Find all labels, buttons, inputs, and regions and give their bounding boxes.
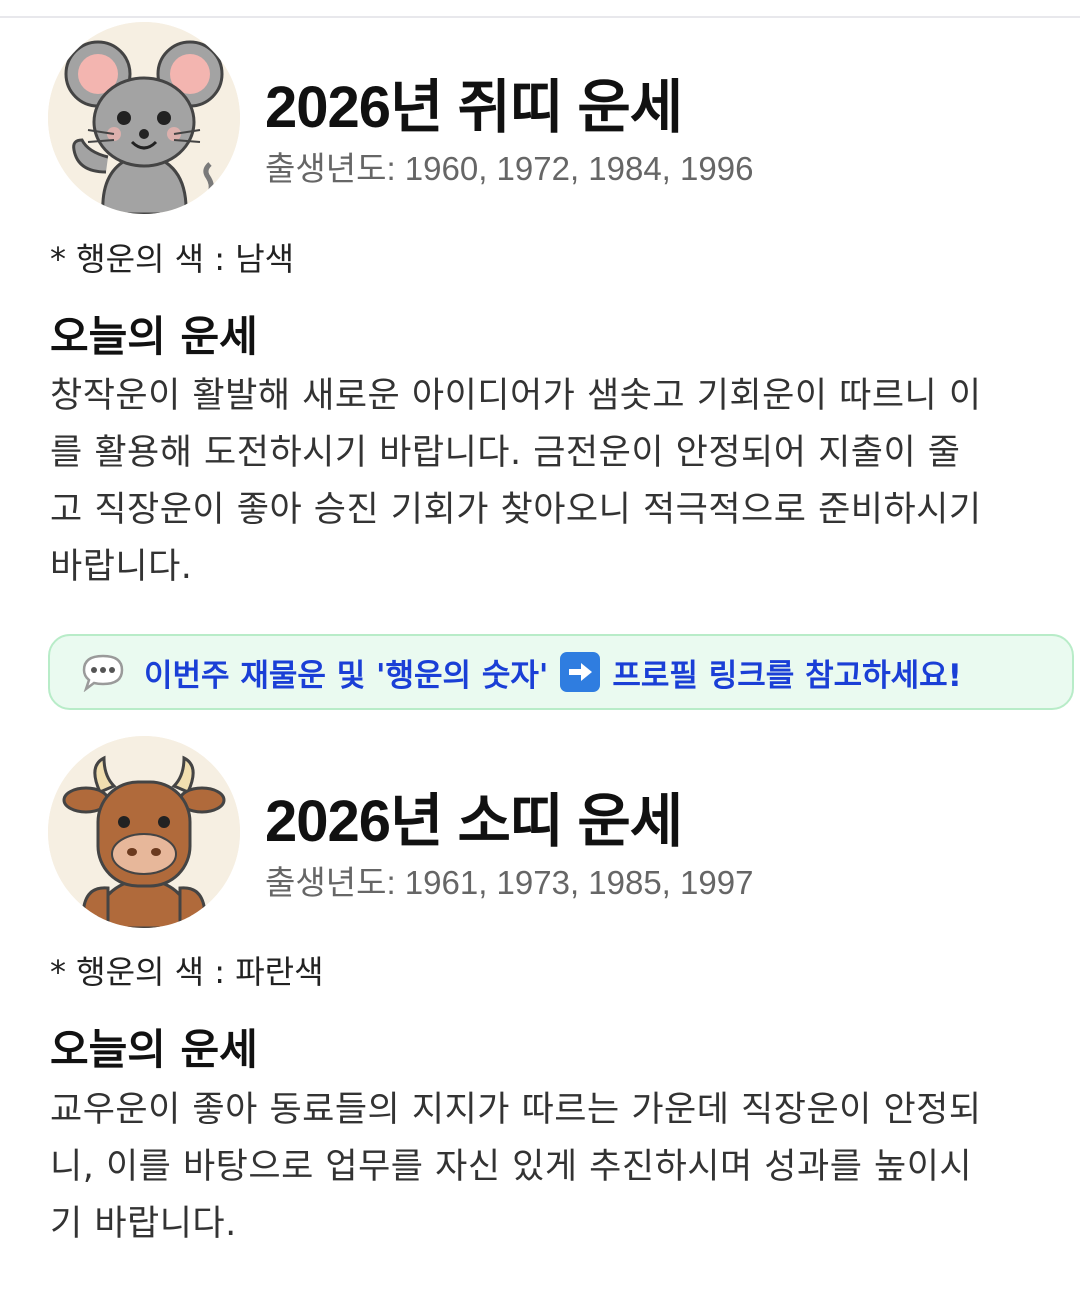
section-title: 2026년 쥐띠 운세 [265, 75, 683, 140]
banner-link-text[interactable]: 프로필 링크를 참고하세요! [612, 650, 961, 695]
profile-link-banner[interactable]: 이번주 재물운 및 '행운의 숫자' 프로필 링크를 참고하세요! [48, 634, 1074, 710]
fortune-text-line: 기 바랍니다. [50, 1204, 237, 1244]
speech-bubble-icon [82, 654, 124, 692]
fortune-text-line: 바랍니다. [50, 547, 193, 587]
fortune-text-line: 니, 이를 바탕으로 업무를 자신 있게 추진하시며 성과를 높이시 [50, 1147, 973, 1187]
fortune-text-line: 교우운이 좋아 동료들의 지지가 따르는 가운데 직장운이 안정되 [50, 1090, 982, 1130]
lucky-color: * 행운의 색 : 남색 [50, 240, 295, 278]
lucky-color: * 행운의 색 : 파란색 [50, 953, 324, 991]
ox-icon [48, 736, 240, 928]
fortune-text: 창작운이 활발해 새로운 아이디어가 샘솟고 기회운이 따르니 이 를 활용해 … [50, 368, 1072, 596]
right-arrow-icon [560, 652, 601, 692]
fortune-text-line: 창작운이 활발해 새로운 아이디어가 샘솟고 기회운이 따르니 이 [50, 376, 982, 416]
fortune-text-line: 고 직장운이 좋아 승진 기회가 찾아오니 적극적으로 준비하시기 [50, 490, 982, 530]
fortune-text-line: 를 활용해 도전하시기 바랍니다. 금전운이 안정되어 지출이 줄 [50, 433, 961, 473]
birth-years: 출생년도: 1960, 1972, 1984, 1996 [265, 150, 754, 187]
banner-text: 이번주 재물운 및 '행운의 숫자' [144, 657, 549, 694]
section-title: 2026년 소띠 운세 [265, 789, 683, 854]
top-divider [0, 0, 1080, 18]
mouse-icon [48, 22, 240, 214]
fortune-heading: 오늘의 운세 [50, 1025, 258, 1074]
birth-years: 출생년도: 1961, 1973, 1985, 1997 [265, 864, 754, 901]
fortune-heading: 오늘의 운세 [50, 312, 258, 361]
fortune-text: 교우운이 좋아 동료들의 지지가 따르는 가운데 직장운이 안정되 니, 이를 … [50, 1082, 1072, 1253]
